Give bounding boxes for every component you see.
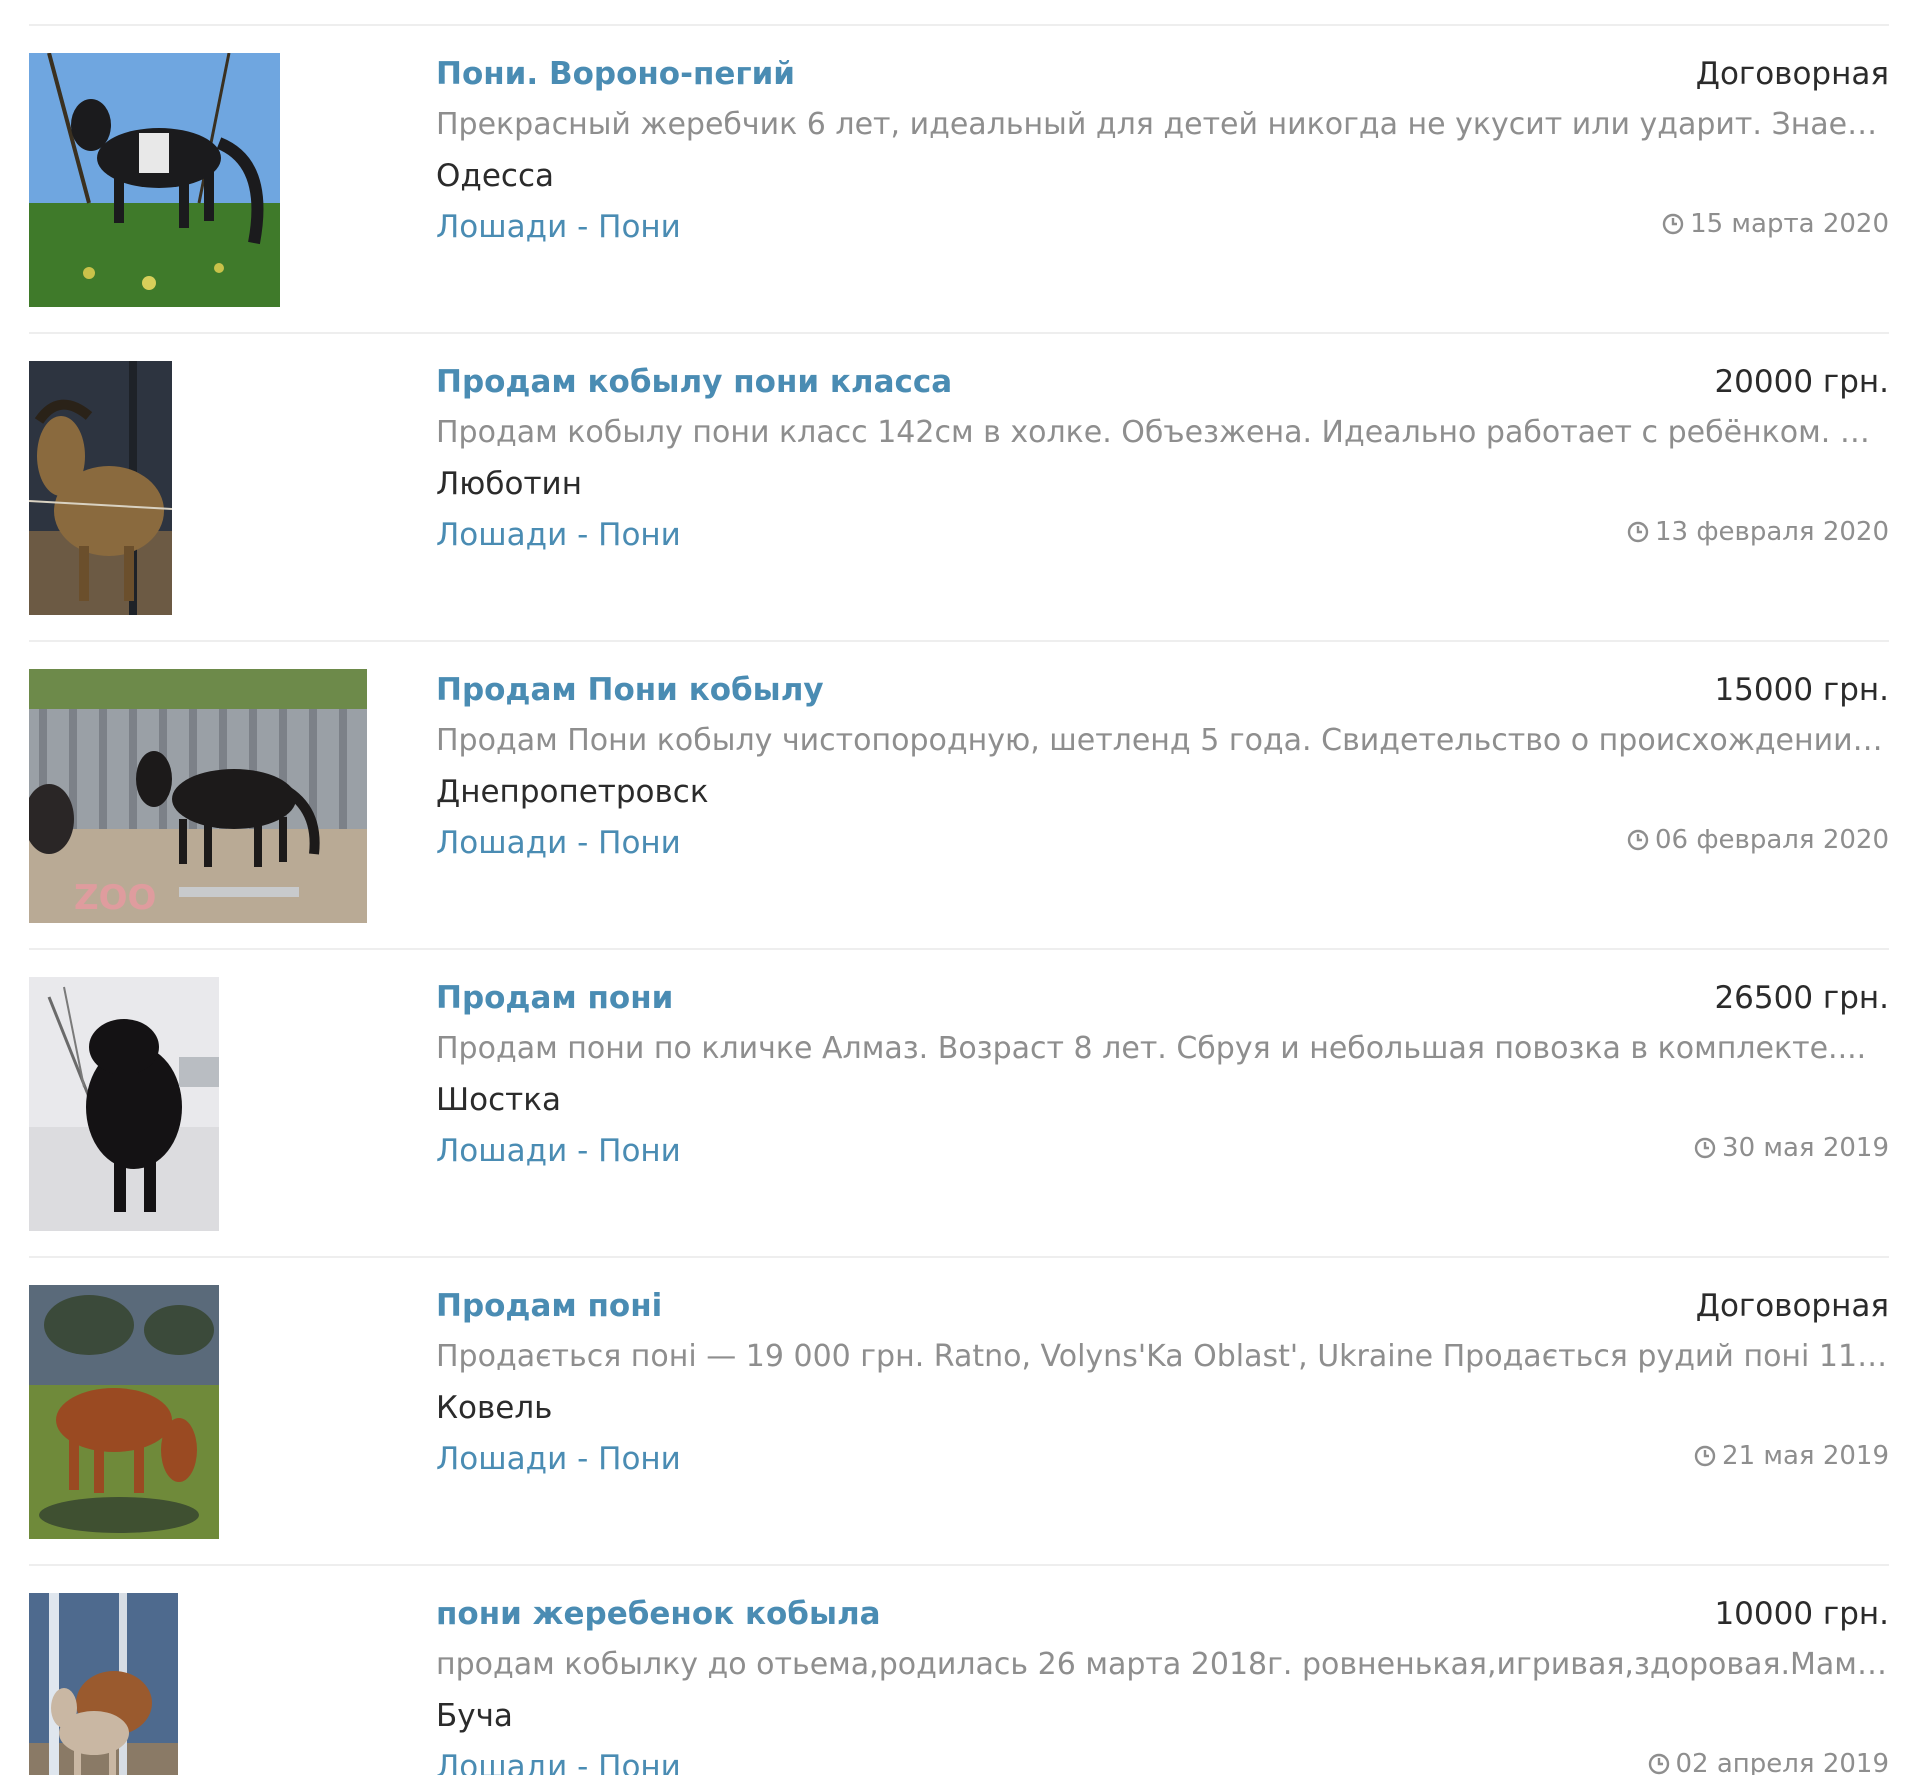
clock-icon (1627, 521, 1649, 543)
clock-icon (1662, 213, 1684, 235)
subcategory-link[interactable]: Пони (598, 209, 681, 245)
listing-content: Продам Пони кобылу 15000 грн. Продам Пон… (436, 668, 1889, 872)
listing-price: Договорная (1695, 1288, 1889, 1324)
listing-title[interactable]: Продам пони (436, 980, 673, 1016)
subcategory-link[interactable]: Пони (598, 825, 681, 861)
listing-categories: Лошади - Пони (436, 1749, 681, 1775)
listing-content: Продам поні Договорная Продається поні —… (436, 1284, 1889, 1488)
subcategory-link[interactable]: Пони (598, 1749, 681, 1775)
clock-icon (1694, 1137, 1716, 1159)
listing-item: Продам поні Договорная Продається поні —… (0, 1258, 1920, 1566)
listing-date-text: 30 мая 2019 (1722, 1133, 1889, 1163)
listing-photo[interactable] (29, 361, 172, 615)
listing-categories: Лошади - Пони (436, 825, 681, 861)
listing-description: Продам Пони кобылу чистопородную, шетлен… (436, 723, 1889, 758)
listing-categories: Лошади - Пони (436, 209, 681, 245)
listing-title[interactable]: Продам кобылу пони класса (436, 364, 952, 400)
category-link[interactable]: Лошади (436, 1133, 567, 1169)
listing-description: Продам кобылу пони класс 142см в холке. … (436, 415, 1889, 450)
listing-price: 15000 грн. (1714, 672, 1889, 708)
listing-price: 26500 грн. (1714, 980, 1889, 1016)
listing-content: пони жеребенок кобыла 10000 грн. продам … (436, 1592, 1889, 1775)
listing-photo[interactable]: ZOO (29, 669, 367, 923)
listings-list: Пони. Вороно-пегий Договорная Прекрасный… (0, 0, 1920, 1775)
listing-content: Продам кобылу пони класса 20000 грн. Про… (436, 360, 1889, 564)
listing-city: Шостка (436, 1082, 561, 1118)
category-link[interactable]: Лошади (436, 517, 567, 553)
listing-city: Одесса (436, 158, 554, 194)
listing-photo[interactable] (29, 977, 219, 1231)
listing-date: 21 мая 2019 (1694, 1441, 1889, 1471)
subcategory-link[interactable]: Пони (598, 1133, 681, 1169)
listing-content: Пони. Вороно-пегий Договорная Прекрасный… (436, 52, 1889, 256)
clock-icon (1694, 1445, 1716, 1467)
listing-city: Буча (436, 1698, 513, 1734)
listing-description: Прекрасный жеребчик 6 лет, идеальный для… (436, 107, 1889, 142)
listing-date-text: 21 мая 2019 (1722, 1441, 1889, 1471)
listing-date-text: 15 марта 2020 (1690, 209, 1889, 239)
listing-photo[interactable] (29, 1593, 178, 1775)
listing-photo[interactable] (29, 1285, 219, 1539)
category-link[interactable]: Лошади (436, 209, 567, 245)
listing-photo[interactable] (29, 53, 280, 307)
listing-date: 15 марта 2020 (1662, 209, 1889, 239)
listing-item: Продам кобылу пони класса 20000 грн. Про… (0, 334, 1920, 642)
listing-date: 06 февраля 2020 (1627, 825, 1889, 855)
subcategory-link[interactable]: Пони (598, 517, 681, 553)
category-link[interactable]: Лошади (436, 1749, 567, 1775)
clock-icon (1648, 1753, 1670, 1775)
listing-title[interactable]: Продам поні (436, 1288, 662, 1324)
listing-city: Люботин (436, 466, 582, 502)
listing-description: Продам пони по кличке Алмаз. Возраст 8 л… (436, 1031, 1867, 1066)
listing-price: 20000 грн. (1714, 364, 1889, 400)
zoo-watermark: ZOO (74, 878, 156, 918)
listing-city: Днепропетровск (436, 774, 709, 810)
listing-item: пони жеребенок кобыла 10000 грн. продам … (0, 1566, 1920, 1775)
listing-description: продам кобылку до отьема,родилась 26 мар… (436, 1647, 1889, 1682)
listing-price: 10000 грн. (1714, 1596, 1889, 1632)
listing-item: Пони. Вороно-пегий Договорная Прекрасный… (0, 26, 1920, 334)
listing-categories: Лошади - Пони (436, 517, 681, 553)
listing-title[interactable]: Пони. Вороно-пегий (436, 56, 795, 92)
listing-title[interactable]: пони жеребенок кобыла (436, 1596, 881, 1632)
listing-item: ZOO Продам Пони кобылу 15000 грн. Продам… (0, 642, 1920, 950)
subcategory-link[interactable]: Пони (598, 1441, 681, 1477)
listing-content: Продам пони 26500 грн. Продам пони по кл… (436, 976, 1889, 1180)
category-link[interactable]: Лошади (436, 825, 567, 861)
listing-date-text: 13 февраля 2020 (1654, 517, 1889, 547)
listing-title[interactable]: Продам Пони кобылу (436, 672, 824, 708)
listing-categories: Лошади - Пони (436, 1133, 681, 1169)
listing-categories: Лошади - Пони (436, 1441, 681, 1477)
listing-date-text: 06 февраля 2020 (1654, 825, 1889, 855)
listing-item: Продам пони 26500 грн. Продам пони по кл… (0, 950, 1920, 1258)
listing-price: Договорная (1695, 56, 1889, 92)
category-link[interactable]: Лошади (436, 1441, 567, 1477)
listing-date-text: 02 апреля 2019 (1675, 1749, 1889, 1775)
listing-date: 30 мая 2019 (1694, 1133, 1889, 1163)
listing-date: 13 февраля 2020 (1627, 517, 1889, 547)
listing-description: Продається поні — 19 000 грн. Ratno, Vol… (436, 1339, 1889, 1374)
clock-icon (1627, 829, 1649, 851)
listing-city: Ковель (436, 1390, 553, 1426)
listing-date: 02 апреля 2019 (1648, 1749, 1889, 1775)
